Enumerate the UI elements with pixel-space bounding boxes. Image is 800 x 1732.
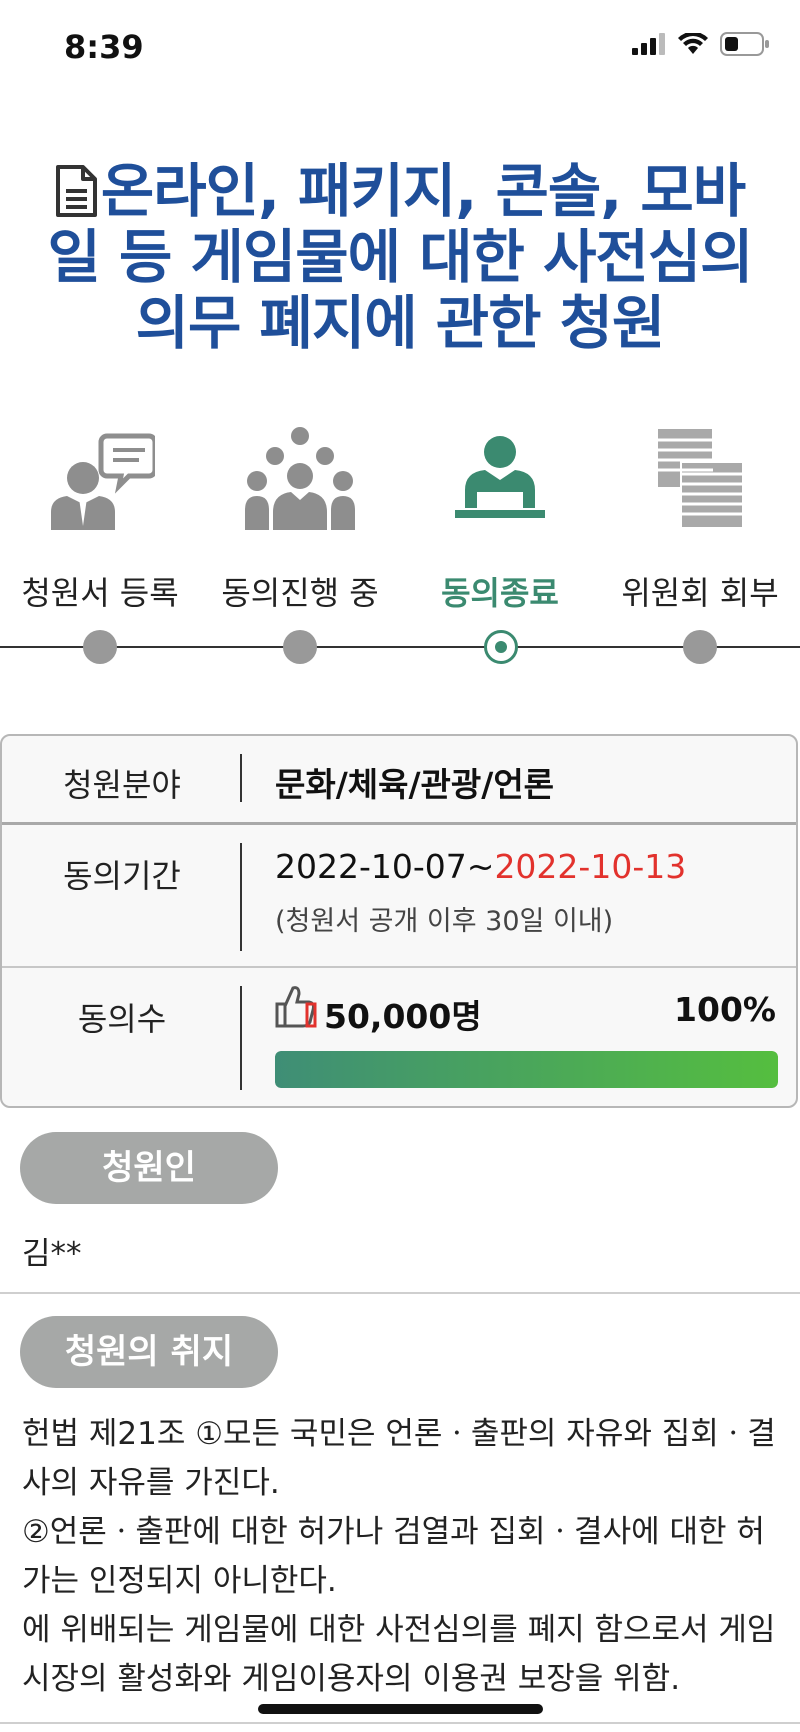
row-divider	[240, 843, 242, 951]
period-end: 2022-10-13	[494, 847, 687, 886]
wifi-icon	[678, 33, 708, 54]
step-label-closed: 동의종료	[441, 574, 559, 612]
timeline-line	[0, 646, 800, 648]
count-value: 50,000명	[324, 997, 482, 1036]
status-bar: 8:39	[0, 0, 800, 100]
step-label-registration: 청원서 등록	[21, 574, 179, 612]
document-stack-icon	[656, 427, 744, 529]
status-icons	[632, 32, 770, 56]
purpose-line: 에 위배되는 게임물에 대한 사전심의를 폐지 함으로서 게임	[22, 1612, 776, 1648]
section-divider	[0, 1292, 800, 1294]
thumbs-up-icon	[275, 986, 317, 1028]
home-indicator[interactable]	[258, 1704, 543, 1714]
speech-person-icon	[51, 433, 155, 530]
petitioner-label-badge: 청원인	[20, 1132, 278, 1204]
purpose-line: 가는 인정되지 아니한다.	[22, 1563, 337, 1599]
step-label-in-progress: 동의진행 중	[221, 574, 379, 612]
progress-steps: 청원서 등록 동의진행 중 동의종료 위원회 회부	[0, 420, 800, 680]
period-label: 동의기간	[63, 857, 181, 895]
document-icon	[55, 165, 97, 217]
step-label-committee: 위원회 회부	[621, 574, 779, 612]
step-dot-closed	[484, 630, 518, 664]
purpose-text: 헌법 제21조 ①모든 국민은 언론ㆍ출판의 자유와 집회ㆍ결 사의 자유를 가…	[22, 1410, 782, 1704]
petition-info-table: 청원분야 문화/체육/관광/언론 동의기간 2022-10-07~2022-10…	[0, 734, 798, 1108]
petitioner-name: 김**	[22, 1236, 82, 1272]
category-label: 청원분야	[63, 766, 181, 804]
row-divider	[240, 986, 242, 1090]
step-closed: 동의종료	[400, 420, 600, 612]
count-label: 동의수	[77, 1000, 167, 1038]
presenter-icon	[455, 436, 545, 518]
crowd-icon	[245, 427, 355, 530]
consent-progress-fill	[275, 1051, 778, 1088]
purpose-line: 헌법 제21조 ①모든 국민은 언론ㆍ출판의 자유와 집회ㆍ결	[22, 1416, 776, 1452]
section-divider	[0, 1722, 800, 1724]
period-note: (청원서 공개 이후 30일 이내)	[275, 906, 614, 937]
petition-title-line-3: 의무 폐지에 관한 청원	[135, 289, 666, 357]
step-dot-registration	[83, 630, 117, 664]
row-divider	[240, 754, 242, 802]
consent-progress-bar	[275, 1051, 778, 1088]
step-dot-in-progress	[283, 630, 317, 664]
row-category: 청원분야 문화/체육/관광/언론	[2, 736, 796, 822]
purpose-line: 시장의 활성화와 게임이용자의 이용권 보장을 위함.	[22, 1661, 681, 1697]
battery-icon	[720, 32, 769, 56]
purpose-line: ②언론ㆍ출판에 대한 허가나 검열과 집회ㆍ결사에 대한 허	[22, 1514, 765, 1550]
row-consent-count: 동의수 50,000명 100%	[2, 968, 796, 1106]
petition-title: 온라인, 패키지, 콘솔, 모바 일 등 게임물에 대한 사전심의 의무 폐지에…	[30, 158, 770, 356]
cellular-signal-icon	[632, 33, 665, 55]
step-dot-committee	[683, 630, 717, 664]
step-committee: 위원회 회부	[600, 420, 800, 612]
purpose-label-badge: 청원의 취지	[20, 1316, 278, 1388]
category-value: 문화/체육/관광/언론	[275, 765, 555, 804]
period-start: 2022-10-07~	[275, 847, 495, 886]
period-value: 2022-10-07~2022-10-13	[275, 847, 686, 886]
petition-title-line-1: 온라인, 패키지, 콘솔, 모바	[30, 158, 770, 224]
step-in-progress: 동의진행 중	[200, 420, 400, 612]
count-percent: 100%	[674, 990, 776, 1029]
row-period: 동의기간 2022-10-07~2022-10-13 (청원서 공개 이후 30…	[2, 825, 796, 965]
purpose-line: 사의 자유를 가진다.	[22, 1465, 280, 1501]
status-time: 8:39	[64, 28, 144, 66]
petition-title-line-2: 일 등 게임물에 대한 사전심의	[47, 223, 753, 291]
step-registration: 청원서 등록	[0, 420, 200, 612]
